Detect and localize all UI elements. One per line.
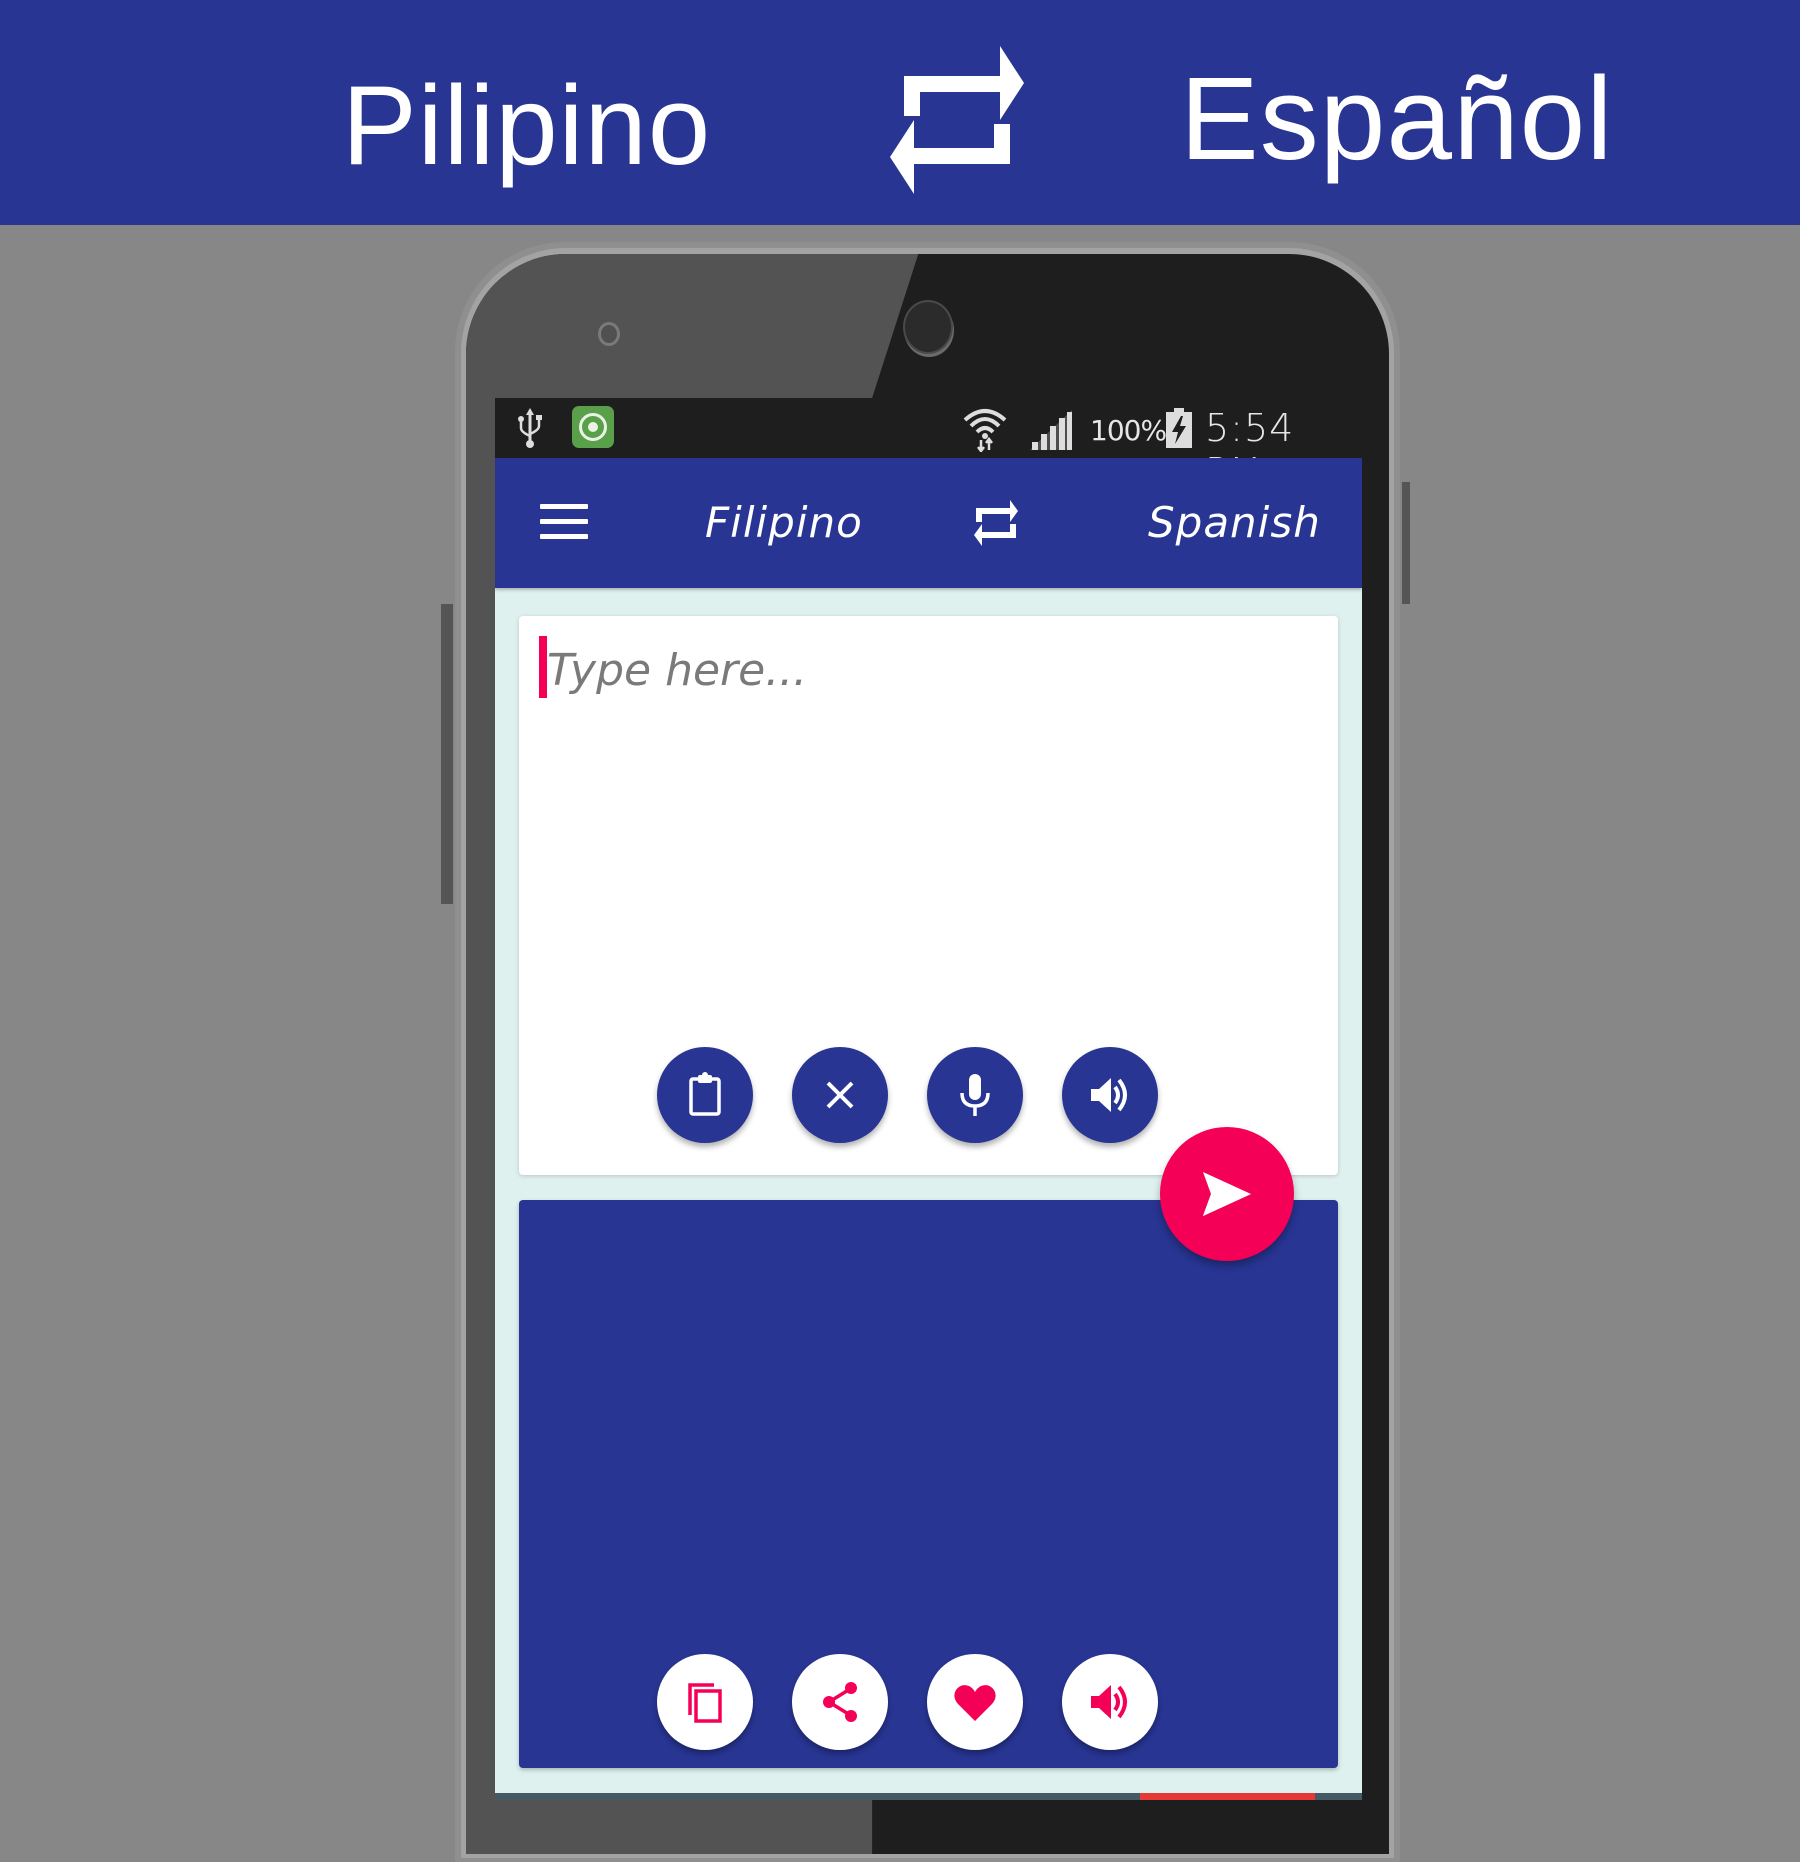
front-camera [903, 300, 953, 354]
favorite-button[interactable] [927, 1654, 1023, 1750]
proximity-sensor [598, 322, 620, 346]
send-icon [1203, 1172, 1251, 1216]
speak-input-button[interactable] [1062, 1047, 1158, 1143]
bottom-strip-accent [1140, 1793, 1315, 1800]
app-notification-icon [572, 406, 614, 448]
phone-volume-button [441, 604, 453, 904]
close-icon [826, 1081, 854, 1109]
swap-languages-button[interactable] [972, 498, 1020, 548]
banner-source-language: Pilipino [342, 63, 712, 188]
clear-button[interactable] [792, 1047, 888, 1143]
speaker-icon [1091, 1685, 1127, 1719]
microphone-icon [960, 1074, 990, 1116]
heart-icon [954, 1685, 996, 1721]
source-text-input[interactable] [545, 644, 1309, 697]
menu-line [540, 504, 588, 509]
menu-line [540, 534, 588, 539]
battery-percent: 100% [1090, 414, 1167, 447]
promo-banner: Pilipino Español [0, 0, 1800, 225]
app-notification-dot [588, 422, 598, 432]
copy-icon [688, 1683, 722, 1723]
output-card [519, 1200, 1338, 1768]
phone-power-button [1402, 482, 1410, 604]
share-button[interactable] [792, 1654, 888, 1750]
status-bar: 100% 5:54 PM [495, 398, 1362, 494]
battery-charging-icon [1166, 408, 1192, 448]
speak-output-button[interactable] [1062, 1654, 1158, 1750]
hamburger-menu-icon[interactable] [540, 504, 588, 540]
app-bar: Filipino Spanish [495, 458, 1362, 588]
input-card [519, 616, 1338, 1175]
swap-arrows-icon [890, 46, 1024, 194]
banner-target-language: Español [1180, 53, 1614, 185]
phone-screen: 100% 5:54 PM Filipino Spanish [495, 398, 1362, 1800]
share-icon [823, 1682, 857, 1722]
signal-icon [1030, 410, 1072, 450]
source-language-selector[interactable]: Filipino [705, 498, 863, 547]
target-language-selector[interactable]: Spanish [1148, 498, 1321, 547]
voice-input-button[interactable] [927, 1047, 1023, 1143]
paste-button[interactable] [657, 1047, 753, 1143]
wifi-icon [963, 409, 1007, 452]
copy-button[interactable] [657, 1654, 753, 1750]
clipboard-icon [689, 1072, 721, 1116]
speaker-icon [1091, 1078, 1127, 1112]
translate-button[interactable] [1160, 1127, 1294, 1261]
usb-icon [518, 408, 542, 448]
menu-line [540, 519, 588, 524]
